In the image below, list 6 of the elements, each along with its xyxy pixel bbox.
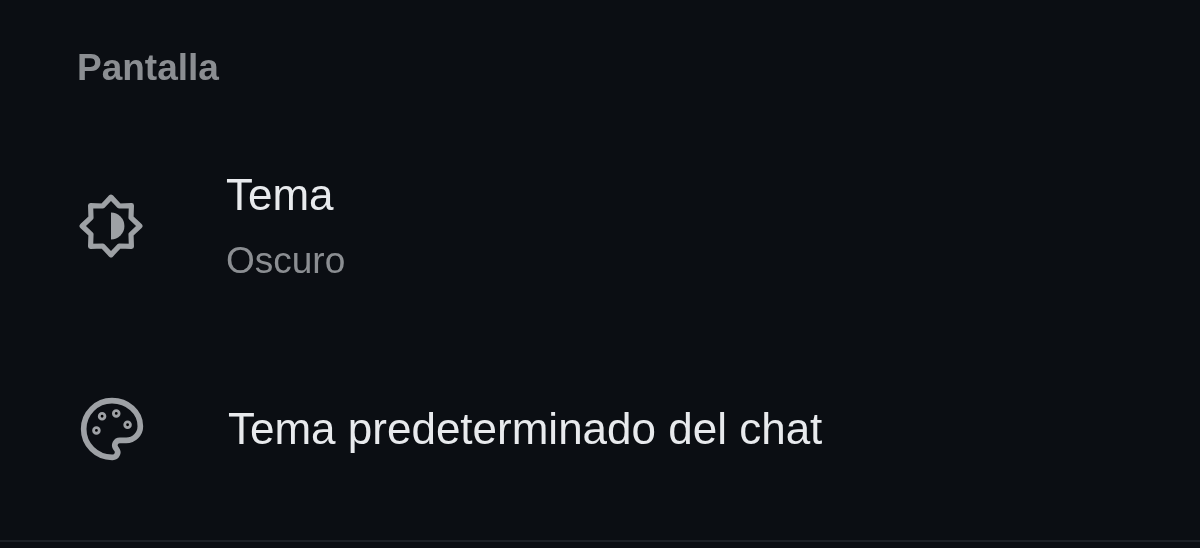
section-header: Pantalla xyxy=(76,46,220,90)
setting-title[interactable]: Tema xyxy=(226,168,346,222)
brightness-icon xyxy=(78,193,144,259)
setting-value: Oscuro xyxy=(226,239,346,283)
setting-title[interactable]: Tema predeterminado del chat xyxy=(228,402,823,456)
palette-icon xyxy=(78,395,146,463)
